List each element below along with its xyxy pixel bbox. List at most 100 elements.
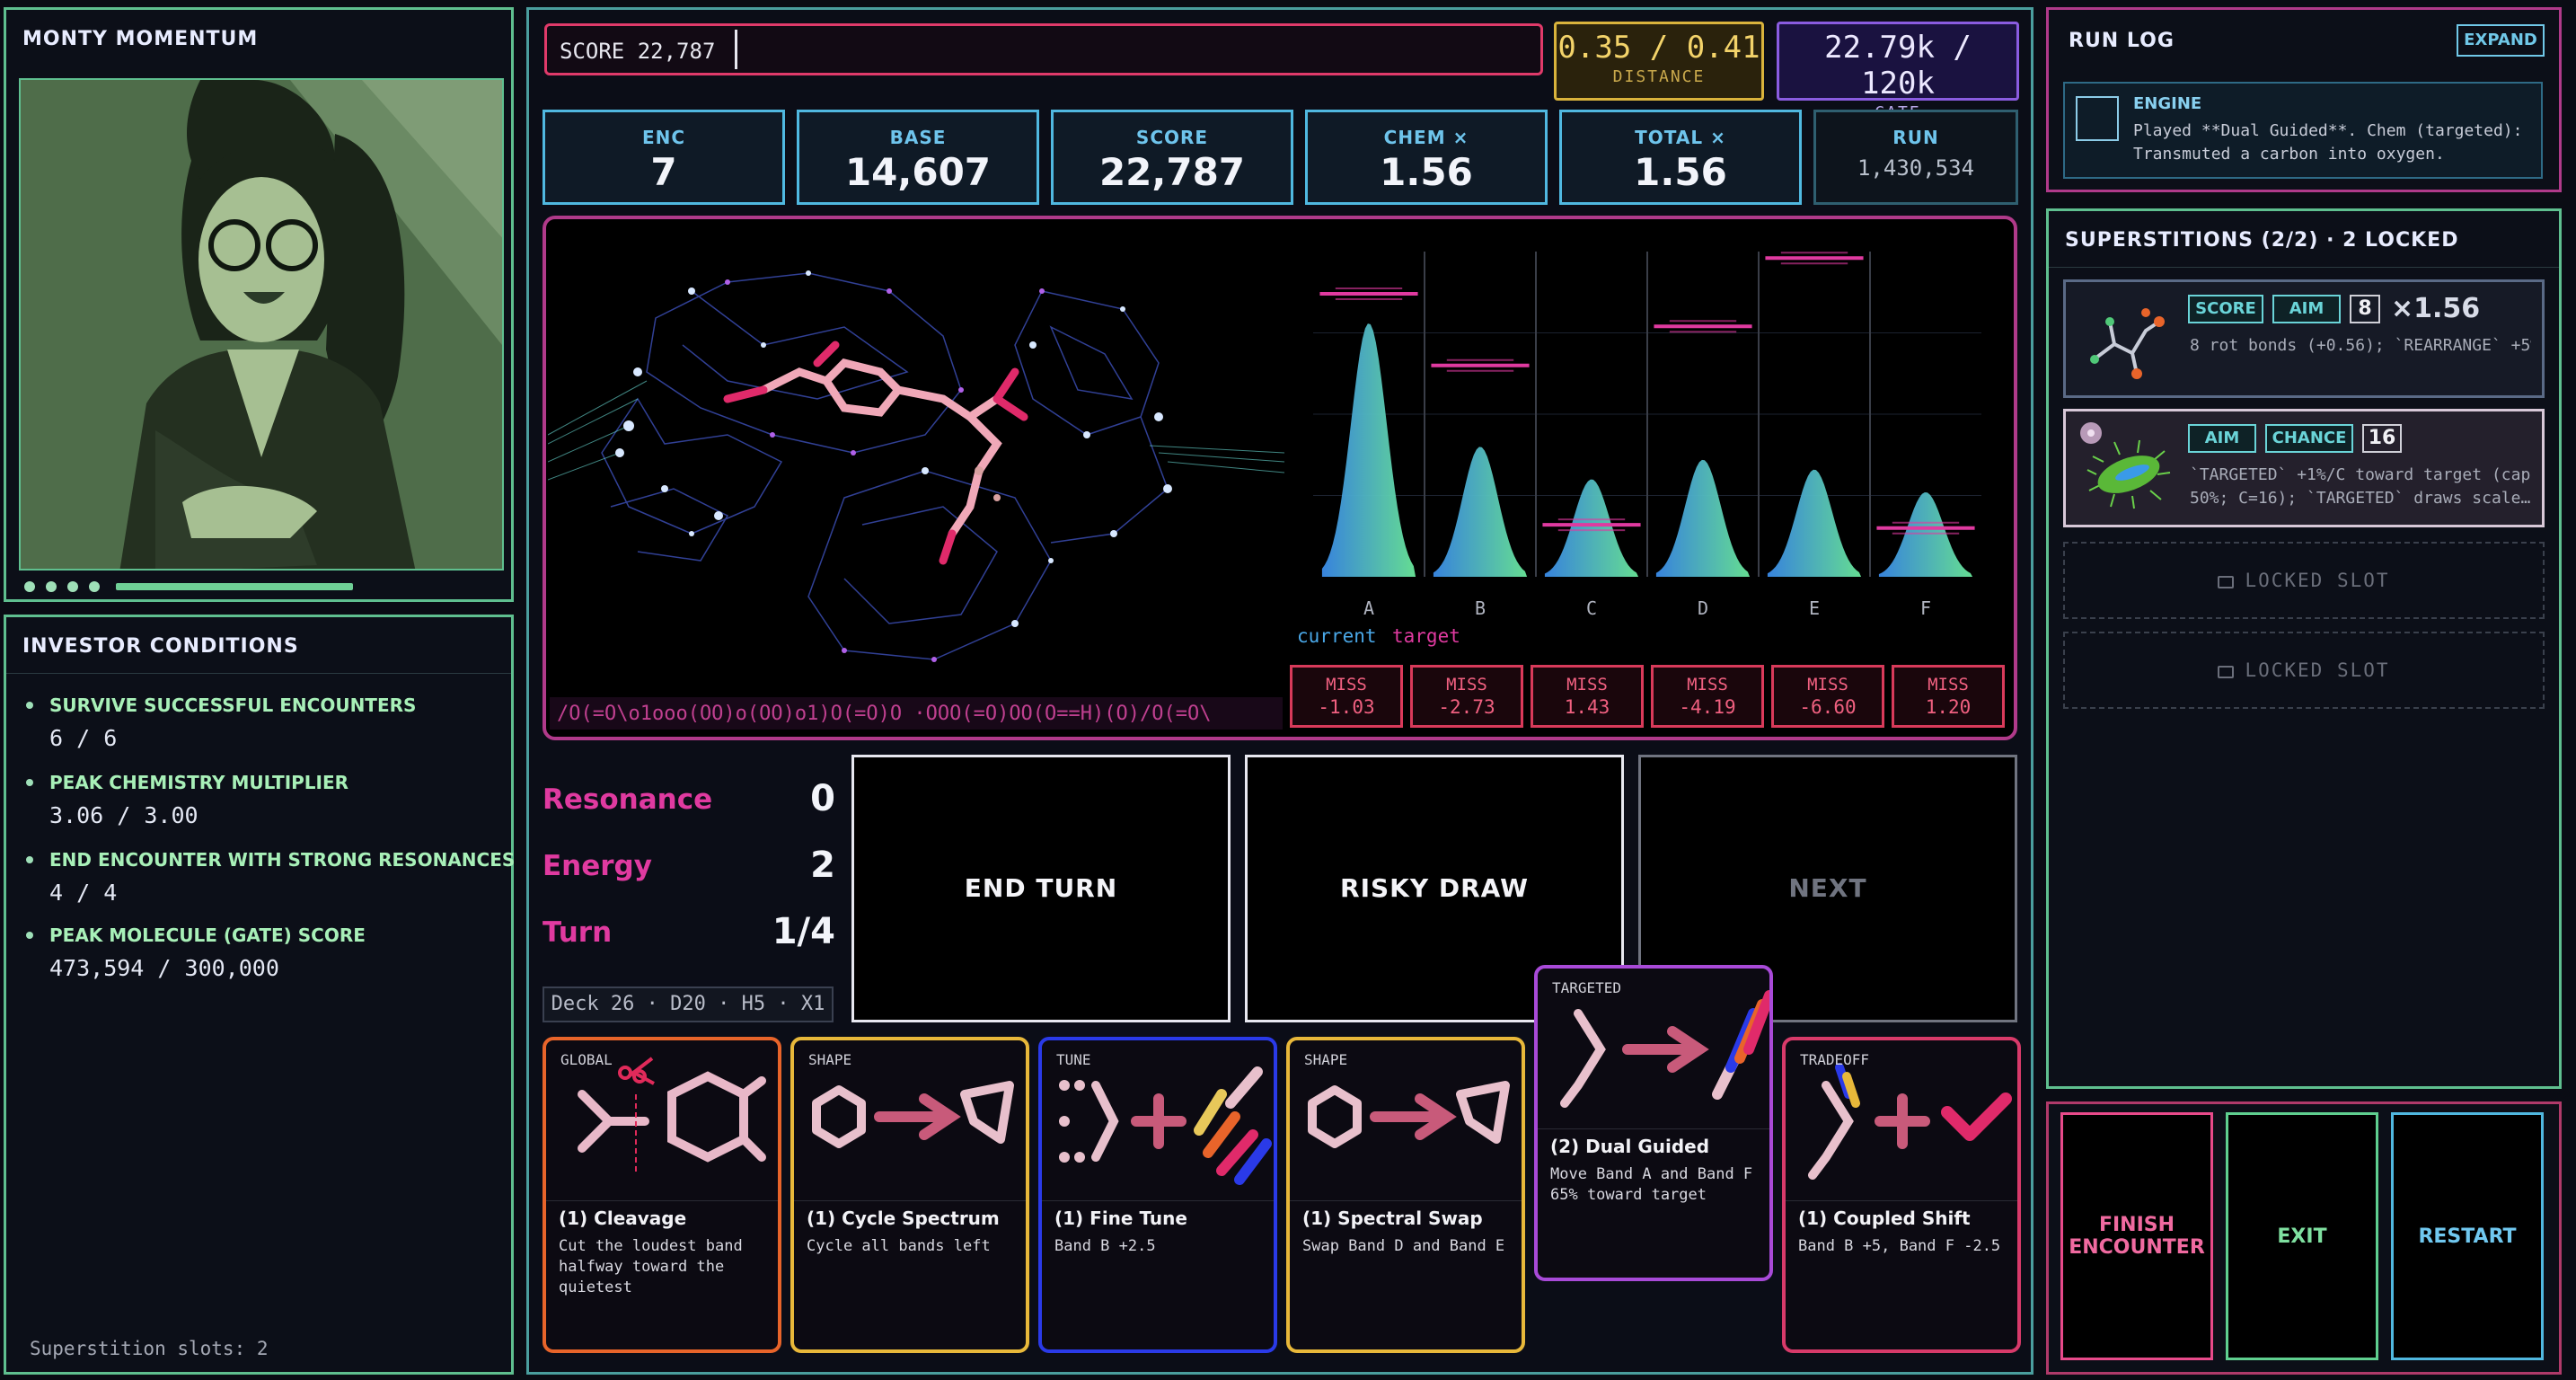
stat-base: BASE 14,607 bbox=[797, 110, 1039, 205]
superstition-description: `TARGETED` +1%/C toward target (cap 50%;… bbox=[2190, 465, 2531, 508]
turn-row: Turn 1/4 bbox=[543, 911, 835, 952]
score-progress-marker bbox=[735, 30, 737, 69]
spectrum-chart: A B C D E F bbox=[1313, 252, 1981, 619]
investor-portrait bbox=[19, 78, 504, 571]
card-coupled-shift[interactable]: TRADEOFF (1) Coupled Shift Band B +5, Ba… bbox=[1782, 1037, 2021, 1353]
log-entry: ENGINE Played **Dual Guided**. Chem (tar… bbox=[2063, 82, 2543, 179]
molecule-visualization bbox=[548, 270, 1284, 662]
run-log-panel: RUN LOG EXPAND ENGINE Played **Dual Guid… bbox=[2046, 7, 2562, 192]
engine-icon bbox=[2076, 96, 2119, 141]
locked-slot-label: LOCKED SLOT bbox=[2245, 570, 2390, 591]
stat-run: RUN 1,430,534 bbox=[1813, 110, 2018, 205]
card-cleavage[interactable]: GLOBAL (1) Cleavage Cut the loudest band… bbox=[543, 1037, 781, 1353]
condition-label: PEAK MOLECULE (GATE) SCORE bbox=[49, 924, 366, 946]
superstition-count: 16 bbox=[2362, 424, 2402, 453]
turn-label: Turn bbox=[543, 916, 613, 949]
current-band-a bbox=[1321, 323, 1416, 577]
finish-encounter-button[interactable]: FINISH ENCOUNTER bbox=[2060, 1112, 2213, 1360]
card-tag: TRADEOFF bbox=[1800, 1051, 1870, 1068]
resonance-value: 0 bbox=[810, 778, 835, 819]
current-band-c bbox=[1544, 479, 1639, 577]
miss-band-e: MISS -6.60 bbox=[1771, 665, 1884, 728]
card-spectral-swap[interactable]: SHAPE (1) Spectral Swap Swap Band D and … bbox=[1286, 1037, 1525, 1353]
stat-enc: ENC 7 bbox=[543, 110, 785, 205]
stat-value: 1.56 bbox=[1380, 150, 1473, 194]
portrait-status-indicator bbox=[24, 581, 353, 592]
card-fine-tune[interactable]: TUNE (1) Fine Tune Band B +2.5 bbox=[1038, 1037, 1277, 1353]
condition-value: 6 / 6 bbox=[49, 725, 118, 751]
gate-box: 22.79k / 120k GATE bbox=[1777, 22, 2019, 122]
stat-value: 7 bbox=[650, 150, 677, 194]
legend-target: target bbox=[1392, 625, 1460, 647]
card-cycle-spectrum[interactable]: SHAPE (1) Cycle Spectrum Cycle all bands… bbox=[790, 1037, 1029, 1353]
locked-slot-label: LOCKED SLOT bbox=[2245, 659, 2390, 681]
condition-value: 4 / 4 bbox=[49, 880, 118, 906]
resonance-row: Resonance 0 bbox=[543, 778, 835, 819]
lock-icon bbox=[2218, 666, 2235, 678]
band-label: A bbox=[1363, 597, 1374, 619]
locked-slot: LOCKED SLOT bbox=[2063, 542, 2545, 619]
superstition-rearrange[interactable]: SCORE AIM 8 ×1.56 8 rot bonds (+0.56); `… bbox=[2063, 279, 2545, 398]
stat-value: 14,607 bbox=[844, 150, 992, 194]
card-description: Cycle all bands left bbox=[807, 1237, 991, 1255]
card-description: Band B +2.5 bbox=[1054, 1237, 1156, 1255]
card-description: Band B +5, Band F -2.5 bbox=[1798, 1237, 2001, 1255]
chip-aim: AIM bbox=[2188, 424, 2256, 453]
stat-label: ENC bbox=[641, 127, 686, 148]
band-label: F bbox=[1920, 597, 1931, 619]
card-name: (1) Fine Tune bbox=[1054, 1208, 1187, 1229]
stat-label: CHEM × bbox=[1383, 127, 1469, 148]
band-label: B bbox=[1475, 597, 1486, 619]
distance-box: 0.35 / 0.41 DISTANCE bbox=[1554, 22, 1764, 101]
gate-value: 22.79k / 120k bbox=[1824, 30, 1972, 102]
turn-value: 1/4 bbox=[772, 911, 835, 952]
card-tag: TUNE bbox=[1056, 1051, 1091, 1068]
card-name: (2) Dual Guided bbox=[1550, 1136, 1710, 1157]
stat-total-mult: TOTAL × 1.56 bbox=[1559, 110, 1802, 205]
deck-info: Deck 26 · D20 · H5 · X1 bbox=[543, 986, 834, 1022]
card-tag: SHAPE bbox=[808, 1051, 852, 1068]
current-band-e bbox=[1767, 469, 1862, 577]
investor-conditions-panel: INVESTOR CONDITIONS SURVIVE SUCCESSFUL E… bbox=[4, 615, 516, 1375]
superstition-description: 8 rot bonds (+0.56); `REARRANGE` +5%/bon… bbox=[2190, 336, 2531, 355]
chip-aim: AIM bbox=[2272, 295, 2341, 323]
card-dual-guided[interactable]: TARGETED (2) Dual Guided Move Band A and… bbox=[1534, 965, 1773, 1281]
expand-button[interactable]: EXPAND bbox=[2457, 24, 2545, 57]
legend-current: current bbox=[1297, 625, 1377, 647]
score-label: SCORE 22,787 bbox=[560, 39, 716, 64]
card-name: (1) Coupled Shift bbox=[1798, 1208, 1971, 1229]
card-description: Cut the loudest band halfway toward the … bbox=[559, 1237, 743, 1296]
stat-value: 1,430,534 bbox=[1857, 155, 1975, 181]
condition-label: PEAK CHEMISTRY MULTIPLIER bbox=[49, 772, 349, 793]
end-turn-button[interactable]: END TURN bbox=[851, 755, 1231, 1022]
card-description: Move Band A and Band F 65% toward target bbox=[1550, 1165, 1753, 1204]
superstitions-panel: SUPERSTITIONS (2/2) · 2 LOCKED SCORE AIM… bbox=[2046, 208, 2562, 1089]
band-label: D bbox=[1698, 597, 1708, 619]
condition-label: END ENCOUNTER WITH STRONG RESONANCES bbox=[49, 849, 516, 871]
stat-score: SCORE 22,787 bbox=[1051, 110, 1293, 205]
card-tag: TARGETED bbox=[1552, 979, 1622, 996]
card-name: (1) Spectral Swap bbox=[1302, 1208, 1483, 1229]
chip-score: SCORE bbox=[2188, 295, 2263, 323]
stat-label: BASE bbox=[889, 127, 947, 148]
card-description: Swap Band D and Band E bbox=[1302, 1237, 1505, 1255]
superstition-targeted[interactable]: AIM CHANCE 16 `TARGETED` +1%/C toward ta… bbox=[2063, 409, 2545, 527]
card-tag: SHAPE bbox=[1304, 1051, 1348, 1068]
log-entry-title: ENGINE bbox=[2133, 94, 2202, 113]
band-label: E bbox=[1809, 597, 1820, 619]
miss-band-a: MISS -1.03 bbox=[1290, 665, 1403, 728]
exit-button[interactable]: EXIT bbox=[2226, 1112, 2378, 1360]
superstition-count: 8 bbox=[2350, 295, 2380, 323]
energy-value: 2 bbox=[810, 845, 835, 886]
stat-chem-mult: CHEM × 1.56 bbox=[1305, 110, 1548, 205]
profile-name: MONTY MOMENTUM bbox=[22, 28, 259, 50]
restart-button[interactable]: RESTART bbox=[2391, 1112, 2544, 1360]
miss-band-f: MISS 1.20 bbox=[1892, 665, 2005, 728]
locked-slot: LOCKED SLOT bbox=[2063, 632, 2545, 709]
current-band-d bbox=[1655, 459, 1751, 577]
condition-value: 3.06 / 3.00 bbox=[49, 802, 198, 828]
chip-chance: CHANCE bbox=[2265, 424, 2353, 453]
band-label: C bbox=[1586, 597, 1597, 619]
card-name: (1) Cleavage bbox=[559, 1208, 687, 1229]
current-band-b bbox=[1433, 447, 1528, 577]
